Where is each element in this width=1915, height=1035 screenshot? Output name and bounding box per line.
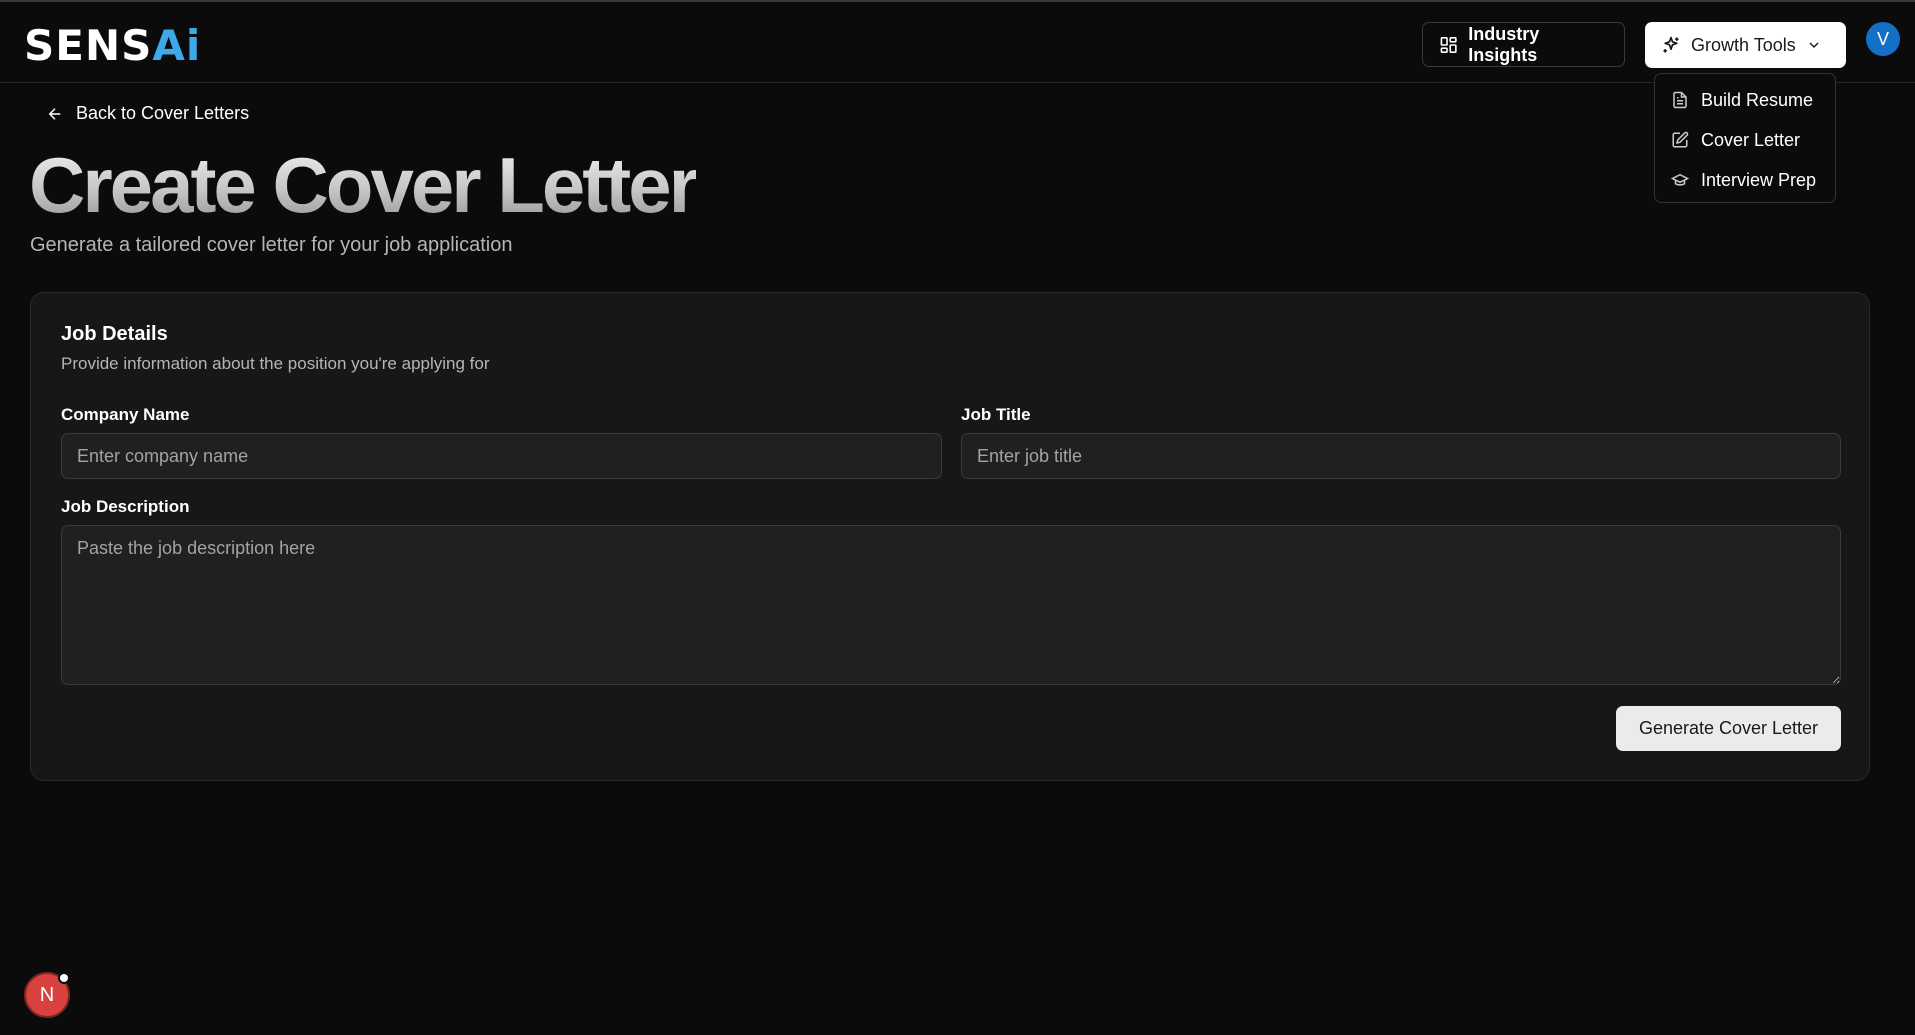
sensai-logo[interactable]: SENS Ai <box>24 22 201 70</box>
card-description: Provide information about the position y… <box>61 354 490 373</box>
avatar-initial: V <box>1876 28 1889 49</box>
job-details-card: Job Details Provide information about th… <box>30 292 1870 781</box>
menu-item-label: Interview Prep <box>1701 169 1817 190</box>
pen-square-icon <box>1672 131 1689 148</box>
industry-insights-label: Industry Insights <box>1468 23 1540 65</box>
menu-item-interview-prep[interactable]: Interview Prep <box>1655 160 1835 200</box>
growth-tools-menu: Build Resume Cover Letter Interview Prep <box>1654 73 1836 203</box>
job-title-label: Job Title <box>961 405 1031 424</box>
notification-dot <box>58 972 70 984</box>
page-title: Create Cover Letter <box>29 141 699 229</box>
logo-text-accent: Ai <box>152 21 202 70</box>
growth-tools-button[interactable]: Growth Tools <box>1645 22 1846 68</box>
company-name-label: Company Name <box>61 405 190 424</box>
logo-text-main: SENS <box>24 21 153 70</box>
job-description-label: Job Description <box>61 497 190 516</box>
arrow-left-icon <box>48 107 61 120</box>
chevron-down-icon <box>1809 42 1819 49</box>
company-name-input[interactable] <box>61 433 942 479</box>
back-to-cover-letters-link[interactable]: Back to Cover Letters <box>46 103 249 124</box>
page-subtitle: Generate a tailored cover letter for you… <box>30 234 513 256</box>
menu-item-build-resume[interactable]: Build Resume <box>1655 80 1835 120</box>
job-title-input[interactable] <box>961 433 1841 479</box>
dev-tools-badge[interactable]: N <box>24 972 70 1018</box>
menu-item-cover-letter[interactable]: Cover Letter <box>1655 120 1835 160</box>
card-title: Job Details <box>61 323 168 345</box>
industry-insights-button[interactable]: Industry Insights <box>1422 22 1625 67</box>
top-navbar: SENS Ai Industry Insights Growth Tools V <box>0 2 1915 83</box>
growth-tools-label: Growth Tools <box>1691 34 1796 55</box>
graduation-cap-icon <box>1671 173 1689 186</box>
file-text-icon <box>1673 91 1687 109</box>
user-avatar[interactable]: V <box>1866 22 1900 56</box>
dev-badge-letter: N <box>39 983 55 1006</box>
sparkles-icon <box>1663 36 1679 53</box>
layout-dashboard-icon <box>1440 36 1457 53</box>
back-link-label: Back to Cover Letters <box>76 103 250 123</box>
job-description-textarea[interactable] <box>61 525 1841 685</box>
generate-cover-letter-button[interactable]: Generate Cover Letter <box>1616 706 1841 751</box>
menu-item-label: Cover Letter <box>1701 129 1801 150</box>
menu-item-label: Build Resume <box>1701 89 1814 110</box>
